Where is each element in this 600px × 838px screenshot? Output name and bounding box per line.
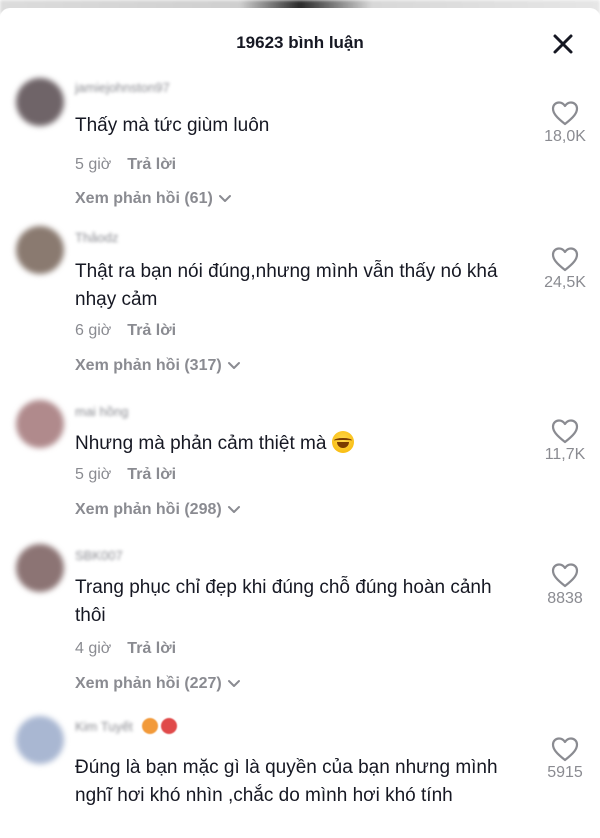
view-replies-button[interactable]: Xem phản hồi (298) bbox=[75, 501, 242, 519]
comment-item: jamiejohnston97 Thấy mà tức giùm luôn 5 … bbox=[0, 76, 600, 216]
comments-sheet: 19623 bình luận jamiejohnston97 Thấy mà … bbox=[0, 8, 600, 838]
comment-time: 6 giờ bbox=[75, 322, 112, 339]
view-replies-label: Xem phản hồi (317) bbox=[75, 357, 222, 374]
comment-username-text: Kim Tuyết bbox=[75, 719, 133, 734]
chevron-down-icon bbox=[227, 362, 240, 369]
comment-meta: 4 giờ Trả lời bbox=[75, 640, 176, 658]
heart-emoji-icon bbox=[161, 718, 178, 734]
view-replies-button[interactable]: Xem phản hồi (61) bbox=[75, 190, 233, 208]
chevron-down-icon bbox=[227, 680, 240, 687]
reply-button[interactable]: Trả lời bbox=[127, 322, 176, 339]
like-count: 5915 bbox=[547, 764, 583, 781]
comment-username[interactable]: mai hồng bbox=[75, 404, 128, 419]
comment-username[interactable]: SBK007 bbox=[75, 548, 123, 563]
comment-text: Đúng là bạn mặc gì là quyền của bạn nhưn… bbox=[75, 757, 498, 806]
heart-outline-icon bbox=[551, 737, 579, 762]
view-replies-label: Xem phản hồi (61) bbox=[75, 190, 213, 207]
avatar[interactable] bbox=[16, 544, 64, 592]
chevron-down-icon bbox=[227, 506, 240, 513]
avatar[interactable] bbox=[16, 716, 64, 764]
comment-username[interactable]: Kim Tuyết bbox=[75, 718, 180, 734]
reply-button[interactable]: Trả lời bbox=[127, 640, 176, 657]
comment-time: 5 giờ bbox=[75, 156, 112, 173]
close-button[interactable] bbox=[548, 29, 578, 59]
laughing-emoji-icon bbox=[332, 431, 355, 453]
like-button[interactable]: 11,7K bbox=[536, 418, 594, 464]
comment-username[interactable]: jamiejohnston97 bbox=[75, 80, 170, 95]
like-button[interactable]: 5915 bbox=[536, 736, 594, 782]
comments-header: 19623 bình luận bbox=[0, 8, 600, 68]
heart-outline-icon bbox=[551, 563, 579, 588]
avatar[interactable] bbox=[16, 78, 64, 126]
view-replies-button[interactable]: Xem phản hồi (227) bbox=[75, 675, 242, 693]
comment-username[interactable]: Thảodz bbox=[75, 230, 118, 245]
close-icon bbox=[553, 34, 573, 54]
comment-time: 4 giờ bbox=[75, 640, 112, 657]
like-button[interactable]: 18,0K bbox=[536, 100, 594, 146]
comment-meta: 5 giờ Trả lời bbox=[75, 156, 176, 174]
view-replies-label: Xem phản hồi (298) bbox=[75, 501, 222, 518]
username-emojis bbox=[142, 718, 180, 734]
comment-text-content: Nhưng mà phản cảm thiệt mà bbox=[75, 433, 327, 454]
comment-text: Nhưng mà phản cảm thiệt mà bbox=[75, 430, 525, 458]
like-count: 24,5K bbox=[544, 274, 586, 291]
reply-button[interactable]: Trả lời bbox=[127, 466, 176, 483]
comment-text: Thật ra bạn nói đúng,nhưng mình vẫn thấy… bbox=[75, 261, 498, 310]
comment-meta: 5 giờ Trả lời bbox=[75, 466, 176, 484]
view-replies-button[interactable]: Xem phản hồi (317) bbox=[75, 357, 242, 375]
chevron-down-icon bbox=[218, 195, 231, 202]
heart-outline-icon bbox=[551, 419, 579, 444]
comment-item: SBK007 Trang phục chỉ đẹp khi đúng chỗ đ… bbox=[0, 544, 600, 704]
avatar[interactable] bbox=[16, 400, 64, 448]
like-count: 8838 bbox=[547, 590, 583, 607]
comment-item: Thảodz Thật ra bạn nói đúng,nhưng mình v… bbox=[0, 226, 600, 386]
heart-outline-icon bbox=[551, 247, 579, 272]
fire-emoji-icon bbox=[142, 718, 159, 734]
view-replies-label: Xem phản hồi (227) bbox=[75, 675, 222, 692]
like-button[interactable]: 8838 bbox=[536, 562, 594, 608]
reply-button[interactable]: Trả lời bbox=[127, 156, 176, 173]
comment-count-title: 19623 bình luận bbox=[236, 33, 364, 52]
like-count: 18,0K bbox=[544, 128, 586, 145]
comment-meta: 6 giờ Trả lời bbox=[75, 322, 176, 340]
comment-text: Trang phục chỉ đẹp khi đúng chỗ đúng hoà… bbox=[75, 577, 492, 626]
like-button[interactable]: 24,5K bbox=[536, 246, 594, 292]
avatar[interactable] bbox=[16, 226, 64, 274]
comment-item: Kim Tuyết Đúng là bạn mặc gì là quyền củ… bbox=[0, 714, 600, 838]
comment-time: 5 giờ bbox=[75, 466, 112, 483]
comment-text: Thấy mà tức giùm luôn bbox=[75, 115, 270, 136]
like-count: 11,7K bbox=[544, 446, 586, 463]
comment-item: mai hồng Nhưng mà phản cảm thiệt mà 5 gi… bbox=[0, 400, 600, 530]
heart-outline-icon bbox=[551, 101, 579, 126]
